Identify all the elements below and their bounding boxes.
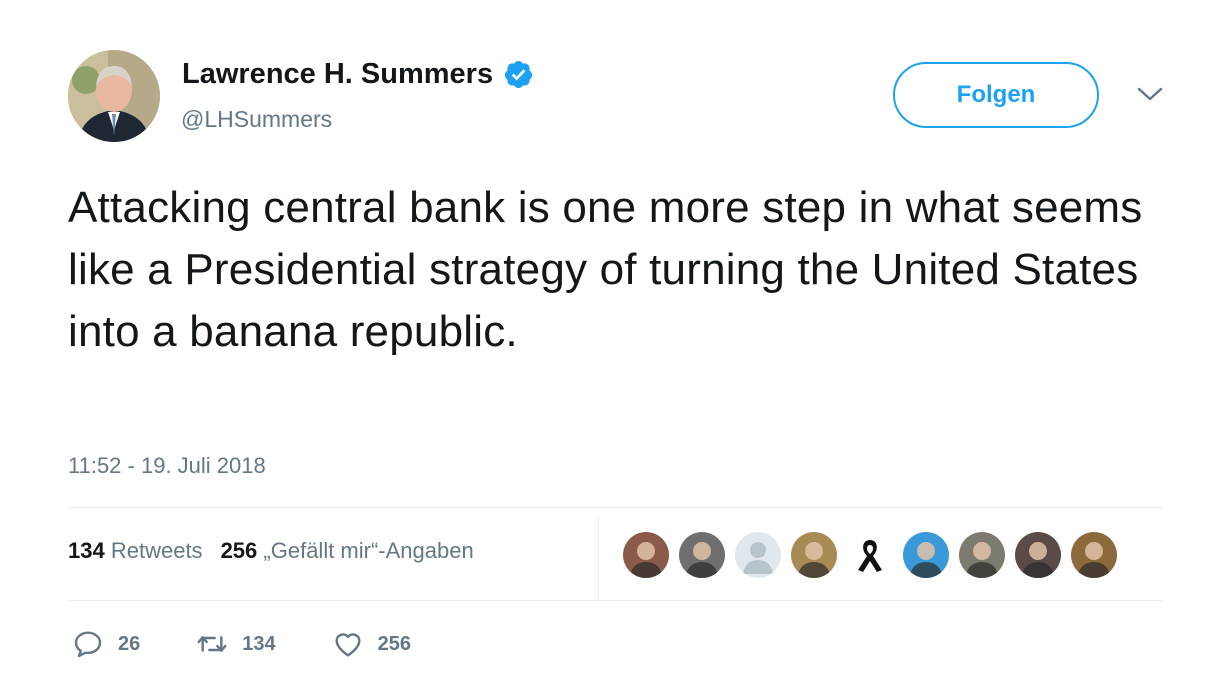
like-button[interactable]: 256 — [332, 628, 411, 660]
author-handle[interactable]: @LHSummers — [181, 106, 332, 133]
retweet-button[interactable]: 134 — [196, 628, 276, 660]
reply-icon — [74, 631, 102, 658]
author-name-text[interactable]: Lawrence H. Summers — [182, 58, 493, 91]
tweet-actions: 26 134 256 — [72, 628, 467, 660]
retweet-count: 134 — [242, 632, 276, 655]
liker-avatar[interactable] — [903, 532, 949, 578]
liker-avatar[interactable] — [623, 532, 669, 578]
like-count: 256 — [377, 632, 411, 655]
like-stat-count: 256 — [220, 538, 258, 563]
retweet-stat-label: Retweets — [110, 538, 203, 563]
liker-avatar[interactable] — [959, 532, 1005, 578]
tweet-stats: 134 Retweets 256 „Gefällt mir“-Angaben — [68, 538, 474, 564]
liker-avatar[interactable] — [1071, 532, 1117, 578]
default-avatar-icon[interactable] — [735, 532, 781, 578]
divider-bottom — [68, 600, 1163, 601]
chevron-down-icon[interactable] — [1136, 84, 1164, 104]
verified-badge-icon — [503, 59, 534, 90]
like-stat[interactable]: 256 „Gefällt mir“-Angaben — [221, 538, 474, 564]
divider-top — [68, 507, 1163, 508]
liker-avatar[interactable] — [791, 532, 837, 578]
follow-button[interactable]: Folgen — [893, 62, 1099, 128]
tweet-text: Attacking central bank is one more step … — [68, 183, 1143, 356]
liker-avatar[interactable] — [1015, 532, 1061, 578]
heart-icon — [335, 633, 361, 657]
stats-separator — [598, 516, 599, 600]
author-name[interactable]: Lawrence H. Summers — [182, 58, 534, 91]
retweet-stat-count: 134 — [68, 538, 105, 563]
likers-list — [623, 532, 1117, 578]
reply-button[interactable]: 26 — [72, 628, 140, 660]
black-ribbon-icon[interactable] — [847, 532, 893, 578]
liker-avatar[interactable] — [679, 532, 725, 578]
tweet-timestamp[interactable]: 11:52 - 19. Juli 2018 — [68, 453, 266, 479]
like-stat-label: „Gefällt mir“-Angaben — [263, 538, 474, 563]
retweet-icon — [197, 636, 227, 652]
retweet-stat[interactable]: 134 Retweets — [68, 538, 203, 564]
reply-count: 26 — [118, 632, 141, 655]
author-avatar[interactable] — [68, 50, 160, 142]
